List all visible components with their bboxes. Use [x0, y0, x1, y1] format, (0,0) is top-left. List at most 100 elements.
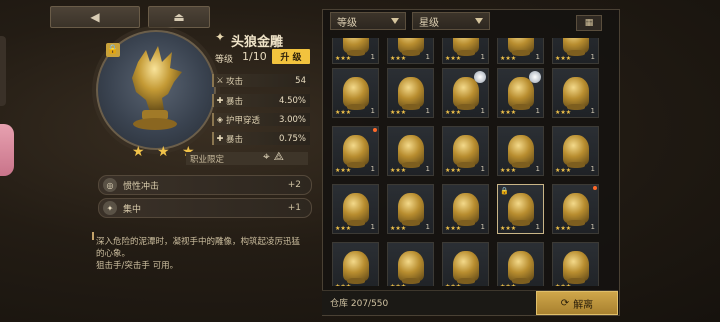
- inventory-cell[interactable]: ★★★ 1: [552, 184, 599, 234]
- cell-count: 1: [425, 223, 430, 231]
- cell-count: 1: [370, 165, 375, 173]
- stat-name: 护甲穿透: [226, 115, 261, 126]
- crit-icon: ✚: [216, 96, 224, 105]
- cell-stars: ★★★: [390, 225, 407, 232]
- chevron-down-icon: [475, 18, 483, 24]
- home-button[interactable]: ⏏: [148, 6, 210, 28]
- cell-stars: ★★★: [445, 283, 461, 286]
- cell-stars: ★★★: [555, 109, 572, 116]
- stat-value: 3.00%: [278, 114, 306, 125]
- cell-stars: ★★★: [500, 283, 516, 286]
- description-marker: [92, 232, 94, 240]
- focus-icon: ✦: [103, 201, 117, 215]
- inventory-cell[interactable]: ★★★ 1: [332, 126, 379, 176]
- cell-count: 1: [590, 223, 595, 231]
- stat-value: 4.50%: [278, 95, 306, 106]
- stat-value: 54: [295, 75, 306, 86]
- chevron-down-icon: [391, 18, 399, 24]
- cell-stars: ★★★: [500, 225, 517, 232]
- inventory-cell[interactable]: ★★★: [552, 242, 599, 286]
- inventory-cell[interactable]: ★★★: [332, 242, 379, 286]
- cell-stars: ★★★: [500, 109, 517, 116]
- stat-name: 暴击: [226, 134, 244, 145]
- cell-count: 1: [590, 107, 595, 115]
- inventory-cell[interactable]: ★★★ 1: [387, 68, 434, 118]
- wolf-statue-icon: [398, 193, 424, 223]
- class-icons: ⌖⟁: [263, 149, 288, 164]
- side-tab[interactable]: [0, 124, 14, 176]
- stat-value: 0.75%: [278, 133, 306, 144]
- lock-icon[interactable]: 🔒: [106, 43, 120, 57]
- skill-value: +2: [287, 180, 301, 190]
- wolf-statue-icon: [508, 135, 534, 165]
- inventory-cell[interactable]: ★★★ 1: [497, 126, 544, 176]
- level-filter-dropdown[interactable]: 等级: [330, 12, 406, 30]
- inventory-cell[interactable]: ★★★ 1: [332, 68, 379, 118]
- cell-count: 1: [480, 165, 485, 173]
- cell-count: 1: [425, 107, 430, 115]
- inventory-cell[interactable]: ★★★ 1: [552, 38, 599, 64]
- inventory-cell[interactable]: ★★★ 1: [552, 126, 599, 176]
- description-line: 深入危险的泥潭时，凝视手中的雕像，构筑起凌厉迅猛: [96, 237, 301, 247]
- inventory-cell[interactable]: ★★★ 1: [442, 38, 489, 64]
- storage-count: 仓库 207/550: [330, 299, 389, 309]
- sniper-class-icon[interactable]: ⌖: [263, 149, 274, 163]
- stat-row: ✚ 暴击 4.50%: [212, 94, 310, 107]
- cell-count: 1: [535, 223, 540, 231]
- inventory-cell[interactable]: ★★★ 1: [387, 126, 434, 176]
- cell-stars: ★★★: [500, 167, 517, 174]
- star-filter-dropdown[interactable]: 星级: [412, 12, 490, 30]
- wolf-statue-icon: [453, 135, 479, 165]
- cell-count: 1: [370, 107, 375, 115]
- cell-count: 1: [425, 165, 430, 173]
- cell-stars: ★★★: [555, 225, 572, 232]
- cell-count: 1: [370, 53, 375, 61]
- inventory-cell[interactable]: ★★★ 1: [442, 68, 489, 118]
- cell-count: 1: [480, 223, 485, 231]
- inventory-cell[interactable]: ★★★: [442, 242, 489, 286]
- cell-stars: ★★★: [555, 55, 572, 62]
- cell-stars: ★★★: [555, 283, 571, 286]
- inventory-grid: ★★★ 1 ★★★ 1 ★★★ 1 ★★★ 1 ★★★ 1 ★★★ 1 ★★★ 1 ★★★ 1 ★★★ 1 ★★★ 1…: [330, 38, 606, 286]
- cell-stars: ★★★: [335, 283, 351, 286]
- inventory-cell[interactable]: ★★★ 1: [497, 38, 544, 64]
- upgrade-button[interactable]: 升 级: [272, 49, 310, 64]
- cell-count: 1: [535, 107, 540, 115]
- inventory-cell[interactable]: ★★★ 1: [387, 38, 434, 64]
- cell-stars: ★★★: [335, 55, 352, 62]
- cell-count: 1: [535, 165, 540, 173]
- inertia-icon: ◎: [103, 178, 117, 192]
- stat-row: ◈ 护甲穿透 3.00%: [212, 113, 310, 126]
- skill-name: 集中: [123, 204, 142, 215]
- wolf-statue-icon: [563, 77, 589, 107]
- decompose-label: 解离: [573, 299, 594, 311]
- item-description: 深入危险的泥潭时，凝视手中的雕像，构筑起凌厉迅猛 的心象。 狙击手/突击手 可用…: [96, 236, 312, 272]
- class-restriction: 职业限定: [186, 152, 308, 165]
- compass-icon: ✦: [215, 30, 226, 44]
- skill-row[interactable]: ◎ 惯性冲击 +2: [98, 175, 312, 195]
- inventory-cell[interactable]: ★★★ 1 🔒: [497, 184, 544, 234]
- armor-pierce-icon: ◈: [216, 115, 224, 124]
- level-value: 1/10: [242, 50, 267, 63]
- grid-view-icon[interactable]: ▦: [576, 15, 602, 31]
- inventory-cell[interactable]: ★★★ 1: [442, 184, 489, 234]
- inventory-cell[interactable]: ★★★ 1: [387, 184, 434, 234]
- wolf-statue-icon: [563, 135, 589, 165]
- inventory-cell[interactable]: ★★★ 1: [442, 126, 489, 176]
- skill-row[interactable]: ✦ 集中 +1: [98, 198, 312, 218]
- assault-class-icon[interactable]: ⟁: [274, 149, 289, 163]
- inventory-cell[interactable]: ★★★: [387, 242, 434, 286]
- inventory-cell[interactable]: ★★★ 1: [497, 68, 544, 118]
- inventory-cell[interactable]: ★★★ 1: [332, 38, 379, 64]
- inventory-cell[interactable]: ★★★ 1: [332, 184, 379, 234]
- inventory-cell[interactable]: ★★★: [497, 242, 544, 286]
- back-button[interactable]: ◀: [50, 6, 140, 28]
- wolf-statue-icon: [398, 135, 424, 165]
- decompose-icon: ⟳: [560, 297, 570, 309]
- inventory-cell[interactable]: ★★★ 1: [552, 68, 599, 118]
- orb-icon: [529, 71, 541, 83]
- decompose-button[interactable]: ⟳ 解离: [536, 291, 618, 315]
- stat-row: ✚ 暴击 0.75%: [212, 132, 310, 145]
- sword-icon: ⚔: [216, 76, 224, 85]
- level-label: 等级: [215, 55, 234, 65]
